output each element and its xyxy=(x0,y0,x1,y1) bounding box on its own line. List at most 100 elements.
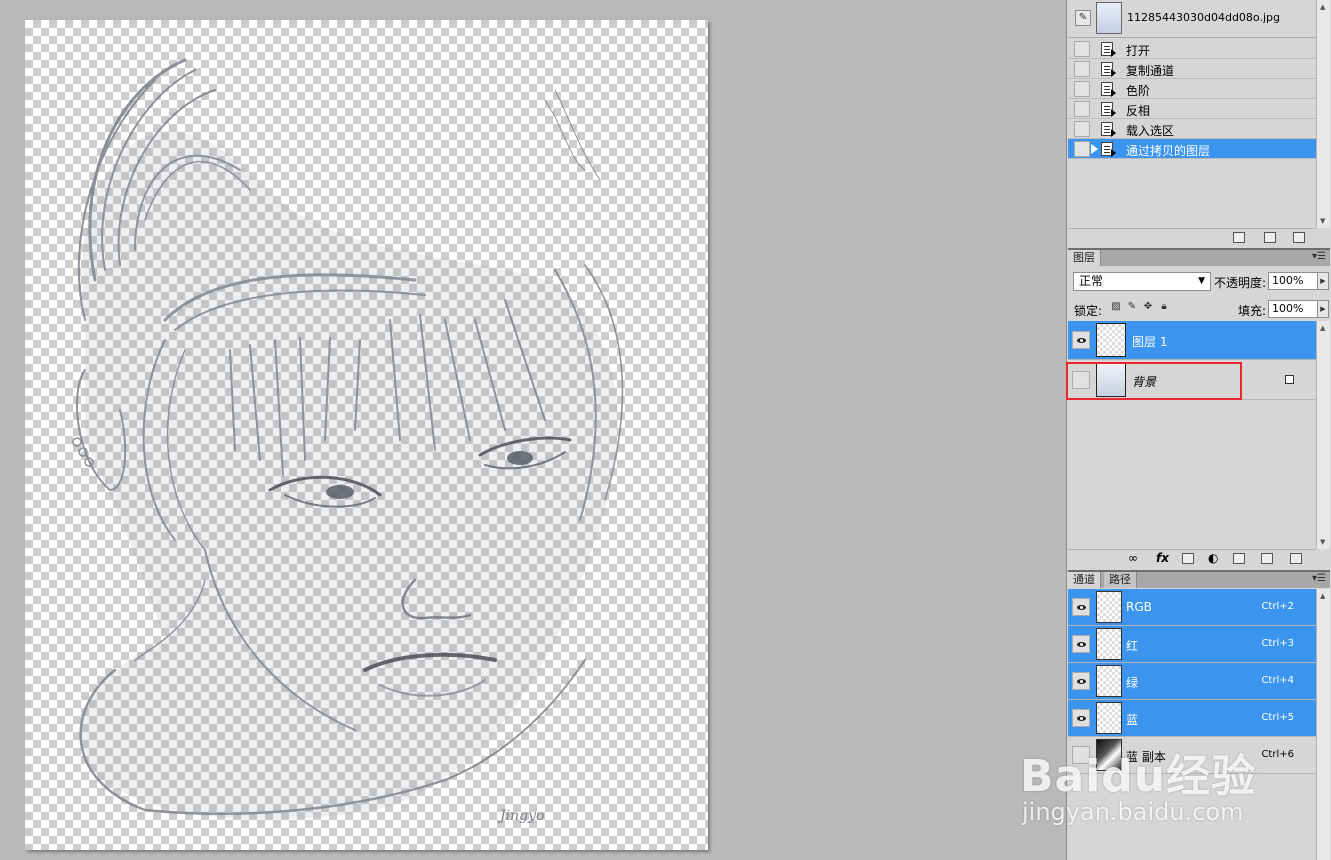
history-brush-source-checkbox[interactable] xyxy=(1074,141,1090,157)
snapshot-thumbnail xyxy=(1096,2,1122,34)
history-states-list: 打开 复制通道 色阶 反相 载入选区 通过拷贝的图层 xyxy=(1068,39,1316,159)
layer-name[interactable]: 图层 1 xyxy=(1132,333,1167,350)
artist-signature: Jingyo xyxy=(497,808,544,824)
annotation-highlight-box xyxy=(1066,362,1242,400)
channel-thumbnail xyxy=(1096,591,1122,623)
opacity-label: 不透明度: xyxy=(1214,276,1267,290)
fx-icon[interactable]: fx xyxy=(1156,551,1169,565)
opacity-slider-arrow-icon[interactable]: ▶ xyxy=(1317,272,1329,290)
panel-menu-icon[interactable]: ▾☰ xyxy=(1312,251,1326,262)
folder-icon[interactable] xyxy=(1233,553,1245,564)
watermark-url: jingyan.baidu.com xyxy=(1022,798,1244,826)
channel-shortcut: Ctrl+3 xyxy=(1261,638,1294,649)
layer-thumbnail xyxy=(1096,323,1126,357)
history-state-icon xyxy=(1101,102,1116,117)
history-state-icon xyxy=(1101,82,1116,97)
history-state-icon xyxy=(1101,122,1116,137)
layers-scrollbar[interactable]: ▲ ▼ xyxy=(1316,321,1330,549)
channel-row-blue[interactable]: 蓝 Ctrl+5 xyxy=(1068,700,1316,737)
channel-shortcut: Ctrl+4 xyxy=(1261,675,1294,686)
layers-footer: ∞ fx ◐ xyxy=(1068,549,1316,567)
new-document-from-state-icon[interactable] xyxy=(1233,232,1245,243)
history-state-icon xyxy=(1101,62,1116,77)
trash-icon[interactable] xyxy=(1290,553,1302,564)
channel-thumbnail xyxy=(1096,628,1122,660)
lock-all-icon[interactable]: 🔒︎ xyxy=(1158,301,1170,313)
history-state-item[interactable]: 载入选区 xyxy=(1068,119,1316,139)
eye-icon xyxy=(1077,338,1086,343)
panel-menu-icon[interactable]: ▾☰ xyxy=(1312,573,1326,584)
opacity-input[interactable]: 100% xyxy=(1268,272,1318,290)
history-brush-icon[interactable]: ✎ xyxy=(1075,10,1091,26)
channel-row-rgb[interactable]: RGB Ctrl+2 xyxy=(1068,589,1316,626)
lock-pixels-icon[interactable]: ✎ xyxy=(1126,301,1138,313)
eye-icon xyxy=(1077,642,1086,647)
layers-tabbar: 图层 ▾☰ xyxy=(1068,248,1330,266)
history-brush-source-checkbox[interactable] xyxy=(1074,101,1090,117)
history-state-item[interactable]: 色阶 xyxy=(1068,79,1316,99)
history-state-item[interactable]: 复制通道 xyxy=(1068,59,1316,79)
history-state-label: 复制通道 xyxy=(1126,64,1175,78)
channel-row-red[interactable]: 红 Ctrl+3 xyxy=(1068,626,1316,663)
lock-position-icon[interactable]: ✥ xyxy=(1142,301,1154,313)
eye-icon xyxy=(1077,716,1086,721)
channel-visibility-toggle[interactable] xyxy=(1072,672,1090,690)
channels-tabbar: 通道 路径 ▾☰ xyxy=(1068,570,1330,588)
channel-visibility-toggle[interactable] xyxy=(1072,709,1090,727)
history-state-icon xyxy=(1101,142,1116,157)
fill-label: 填充: xyxy=(1238,304,1267,318)
tab-layers[interactable]: 图层 xyxy=(1068,250,1101,266)
lock-label: 锁定: xyxy=(1074,304,1103,318)
watermark-brand: Baidu经验 xyxy=(1020,751,1257,802)
history-state-label: 载入选区 xyxy=(1126,124,1175,138)
channel-visibility-toggle[interactable] xyxy=(1072,635,1090,653)
channel-name: 绿 xyxy=(1126,676,1139,690)
baidu-jingyan-watermark: Baidu经验 jingyan.baidu.com xyxy=(1020,740,1270,840)
history-state-label: 通过拷贝的图层 xyxy=(1126,144,1211,158)
channel-shortcut: Ctrl+5 xyxy=(1261,712,1294,723)
channel-row-green[interactable]: 绿 Ctrl+4 xyxy=(1068,663,1316,700)
history-scrollbar[interactable]: ▲ ▼ xyxy=(1316,0,1330,228)
history-panel: ✎ 11285443030d04dd08o.jpg 打开 复制通道 色阶 反相 … xyxy=(1068,0,1330,246)
add-mask-icon[interactable] xyxy=(1182,553,1194,564)
history-brush-source-checkbox[interactable] xyxy=(1074,81,1090,97)
fill-input[interactable]: 100% xyxy=(1268,300,1318,318)
tab-channels[interactable]: 通道 xyxy=(1068,572,1101,588)
channel-thumbnail xyxy=(1096,702,1122,734)
lock-transparency-icon[interactable]: ▨ xyxy=(1110,301,1122,313)
pencil-portrait-artwork: Jingyo xyxy=(72,58,624,824)
history-state-item[interactable]: 打开 xyxy=(1068,39,1316,59)
channel-name: RGB xyxy=(1126,600,1152,614)
eye-icon xyxy=(1077,605,1086,610)
current-state-marker-icon[interactable] xyxy=(1091,144,1098,154)
new-layer-icon[interactable] xyxy=(1261,553,1273,564)
link-layers-icon[interactable]: ∞ xyxy=(1128,551,1138,565)
eye-icon xyxy=(1077,679,1086,684)
tab-paths[interactable]: 路径 xyxy=(1104,572,1137,588)
history-brush-source-checkbox[interactable] xyxy=(1074,61,1090,77)
history-state-item-active[interactable]: 通过拷贝的图层 xyxy=(1068,139,1316,159)
history-brush-source-checkbox[interactable] xyxy=(1074,41,1090,57)
history-state-label: 反相 xyxy=(1126,104,1151,118)
blend-mode-value: 正常 xyxy=(1079,274,1104,288)
snapshot-label: 11285443030d04dd08o.jpg xyxy=(1127,11,1280,24)
history-state-label: 打开 xyxy=(1126,44,1151,58)
history-footer xyxy=(1068,228,1316,246)
trash-icon[interactable] xyxy=(1293,232,1305,243)
document-canvas[interactable]: Jingyo xyxy=(25,20,708,850)
history-snapshot[interactable]: ✎ 11285443030d04dd08o.jpg xyxy=(1068,0,1316,38)
history-state-item[interactable]: 反相 xyxy=(1068,99,1316,119)
layers-panel: 图层 ▾☰ 正常 ▼ 不透明度: 100% ▶ 锁定: ▨ ✎ ✥ 🔒︎ 填充:… xyxy=(1066,248,1330,568)
channel-name: 红 xyxy=(1126,639,1139,653)
layer-visibility-toggle[interactable] xyxy=(1072,331,1090,349)
adjustment-layer-icon[interactable]: ◐ xyxy=(1208,551,1218,565)
history-brush-source-checkbox[interactable] xyxy=(1074,121,1090,137)
panel-dock: ✎ 11285443030d04dd08o.jpg 打开 复制通道 色阶 反相 … xyxy=(1066,0,1331,860)
fill-slider-arrow-icon[interactable]: ▶ xyxy=(1317,300,1329,318)
layer-row-layer-1[interactable]: 图层 1 xyxy=(1068,321,1316,360)
channels-scrollbar[interactable]: ▲ xyxy=(1316,589,1330,860)
blend-mode-select[interactable]: 正常 ▼ xyxy=(1073,272,1211,291)
new-snapshot-icon[interactable] xyxy=(1264,232,1276,243)
channel-visibility-toggle[interactable] xyxy=(1072,598,1090,616)
channel-shortcut: Ctrl+2 xyxy=(1261,601,1294,612)
